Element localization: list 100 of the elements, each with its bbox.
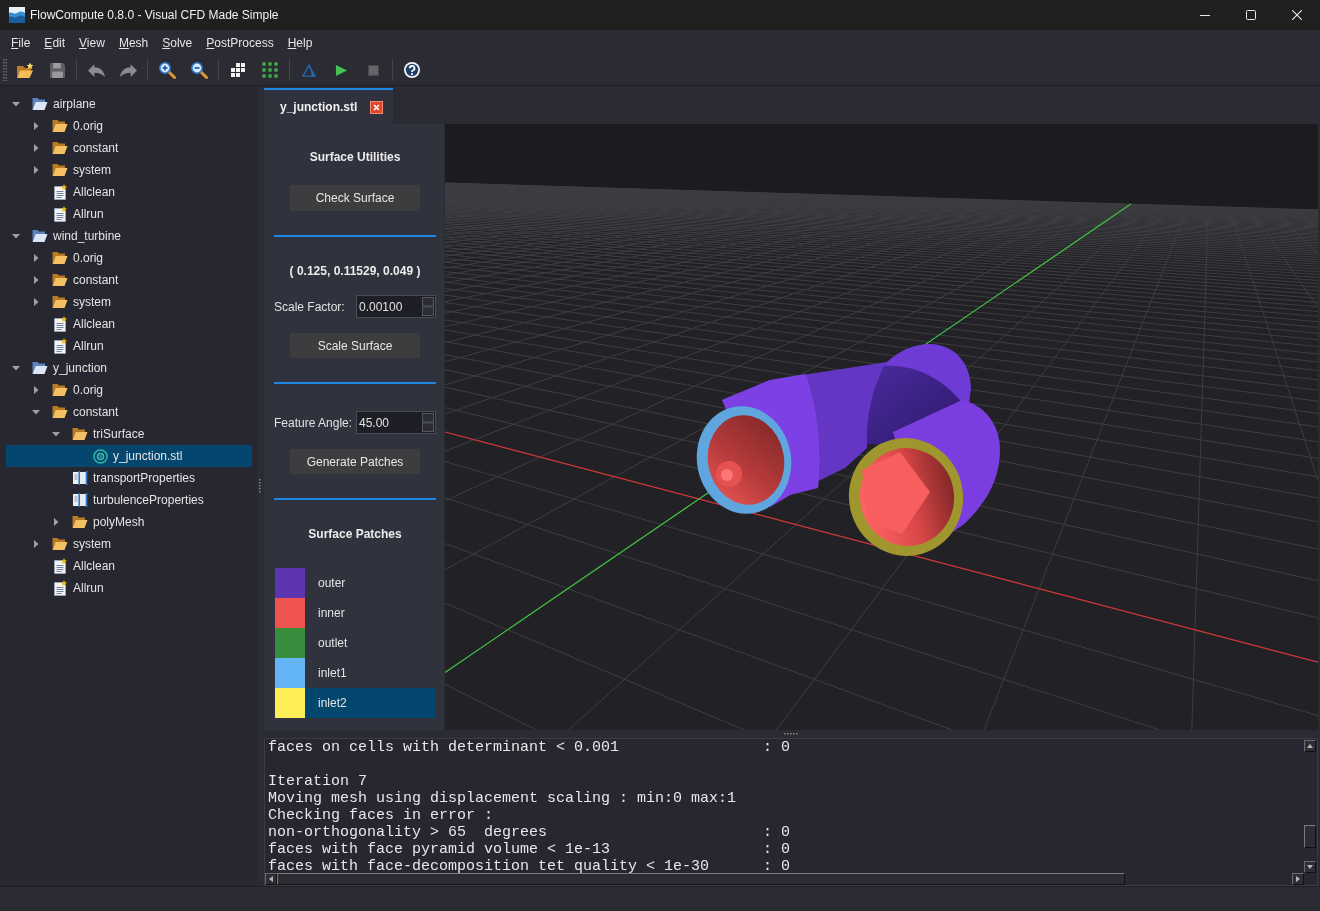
tree-item[interactable]: constant	[6, 137, 252, 159]
tree-item[interactable]: constant	[6, 269, 252, 291]
tree-item[interactable]: Allrun	[6, 577, 252, 599]
ring-icon	[92, 448, 108, 464]
caret-icon[interactable]	[12, 100, 20, 108]
scrollbar-thumb[interactable]	[277, 873, 1125, 885]
caret-icon[interactable]	[12, 364, 20, 372]
section-title: Surface Utilities	[308, 150, 402, 165]
menu-item[interactable]: Solve	[155, 32, 200, 53]
folder-icon	[72, 427, 88, 441]
scale-factor-field[interactable]: 0.00100	[356, 295, 436, 318]
caret-icon[interactable]	[32, 408, 40, 416]
caret-icon[interactable]	[32, 298, 40, 306]
zoom-in-icon	[158, 61, 176, 79]
tree-item[interactable]: polyMesh	[6, 511, 252, 533]
undo-icon	[87, 63, 105, 77]
zoom-out-icon	[190, 61, 208, 79]
menu-item[interactable]: View	[72, 32, 112, 53]
tree-item[interactable]: airplane	[6, 93, 252, 115]
caret-icon[interactable]	[32, 254, 40, 262]
editor-tab[interactable]: y_junction.stl	[264, 88, 393, 124]
app-logo-icon	[9, 7, 25, 23]
tree-item[interactable]: Allclean	[6, 555, 252, 577]
caret-icon[interactable]	[32, 144, 40, 152]
folder-icon	[52, 537, 68, 551]
scroll-up-button[interactable]	[1304, 740, 1316, 752]
tree-item[interactable]: system	[6, 291, 252, 313]
window-title: FlowCompute 0.8.0 - Visual CFD Made Simple	[30, 8, 279, 22]
folder-icon	[52, 383, 68, 397]
scale-surface-button[interactable]: Scale Surface	[290, 333, 420, 358]
close-icon	[1292, 10, 1302, 20]
arrow-down-icon	[1307, 865, 1313, 869]
generate-patches-button[interactable]: Generate Patches	[290, 449, 420, 474]
caret-icon[interactable]	[32, 540, 40, 548]
tree-item[interactable]: triSurface	[6, 423, 252, 445]
folder-icon	[52, 163, 68, 177]
caret-icon[interactable]	[12, 232, 20, 240]
play-icon	[334, 63, 348, 77]
console-line: faces on cells with determinant < 0.001 : 0	[268, 739, 792, 756]
toolbar-handle[interactable]	[3, 59, 7, 81]
tree-item[interactable]: Allclean	[6, 181, 252, 203]
caret-icon[interactable]	[32, 166, 40, 174]
menu-item[interactable]: Edit	[37, 32, 73, 53]
patch-item[interactable]: outer	[275, 568, 436, 598]
folder-icon	[52, 405, 68, 419]
tree-item[interactable]: 0.orig	[6, 115, 252, 137]
squares-icon	[231, 63, 245, 77]
menu-item[interactable]: PostProcess	[199, 32, 281, 53]
tree-item[interactable]: y_junction	[6, 357, 252, 379]
tree-item[interactable]: Allrun	[6, 335, 252, 357]
patch-item[interactable]: inner	[275, 598, 436, 628]
splitter-handle[interactable]	[259, 479, 261, 493]
console-line: Iteration 7	[268, 773, 369, 790]
folder-icon	[32, 229, 48, 243]
tree-item[interactable]: constant	[6, 401, 252, 423]
tree-item[interactable]: y_junction.stl	[6, 445, 252, 467]
tree-item[interactable]: Allclean	[6, 313, 252, 335]
book-icon	[72, 471, 88, 485]
arrow-up-icon	[1307, 744, 1313, 748]
bounds-text: ( 0.125, 0.11529, 0.049 )	[288, 264, 422, 279]
feature-angle-field[interactable]: 45.00	[356, 411, 436, 434]
menu-item[interactable]: Mesh	[111, 32, 156, 53]
tree-item[interactable]: wind_turbine	[6, 225, 252, 247]
folder-icon	[52, 141, 68, 155]
document-icon	[53, 184, 67, 200]
patch-item[interactable]: outlet	[275, 628, 436, 658]
tree-item[interactable]: 0.orig	[6, 247, 252, 269]
tree-item[interactable]: turbulenceProperties	[6, 489, 252, 511]
patch-item[interactable]: inlet2	[275, 688, 436, 718]
close-icon[interactable]	[370, 100, 383, 114]
menu-item[interactable]: Help	[280, 32, 320, 53]
patch-item[interactable]: inlet1	[275, 658, 436, 688]
console-line: faces with face-decomposition tet quality < 1e-30 : 0	[268, 858, 792, 873]
horizontal-scrollbar[interactable]	[265, 873, 1304, 885]
tree-item[interactable]: Allrun	[6, 203, 252, 225]
help-icon	[404, 62, 420, 78]
check-surface-button[interactable]: Check Surface	[290, 185, 420, 211]
caret-icon[interactable]	[32, 122, 40, 130]
tree-item[interactable]: 0.orig	[6, 379, 252, 401]
book-icon	[72, 493, 88, 507]
tree-item[interactable]: system	[6, 159, 252, 181]
tree-item[interactable]: transportProperties	[6, 467, 252, 489]
folder-plus-icon	[16, 61, 34, 79]
vertical-scrollbar[interactable]	[1304, 739, 1316, 873]
caret-icon[interactable]	[52, 430, 60, 438]
tree-item[interactable]: system	[6, 533, 252, 555]
scrollbar-thumb[interactable]	[1304, 825, 1316, 848]
caret-icon[interactable]	[32, 386, 40, 394]
scroll-left-button[interactable]	[265, 873, 277, 885]
caret-icon[interactable]	[32, 276, 40, 284]
triangle-icon	[302, 63, 316, 77]
scroll-right-button[interactable]	[1292, 873, 1304, 885]
splitter-handle[interactable]	[783, 733, 798, 735]
menu-item[interactable]: File	[4, 32, 38, 53]
document-icon	[53, 580, 67, 596]
caret-icon[interactable]	[52, 518, 60, 526]
section-title: Surface Patches	[307, 527, 403, 542]
scroll-down-button[interactable]	[1304, 861, 1316, 873]
folder-icon	[52, 251, 68, 265]
maximize-icon	[1246, 10, 1256, 20]
